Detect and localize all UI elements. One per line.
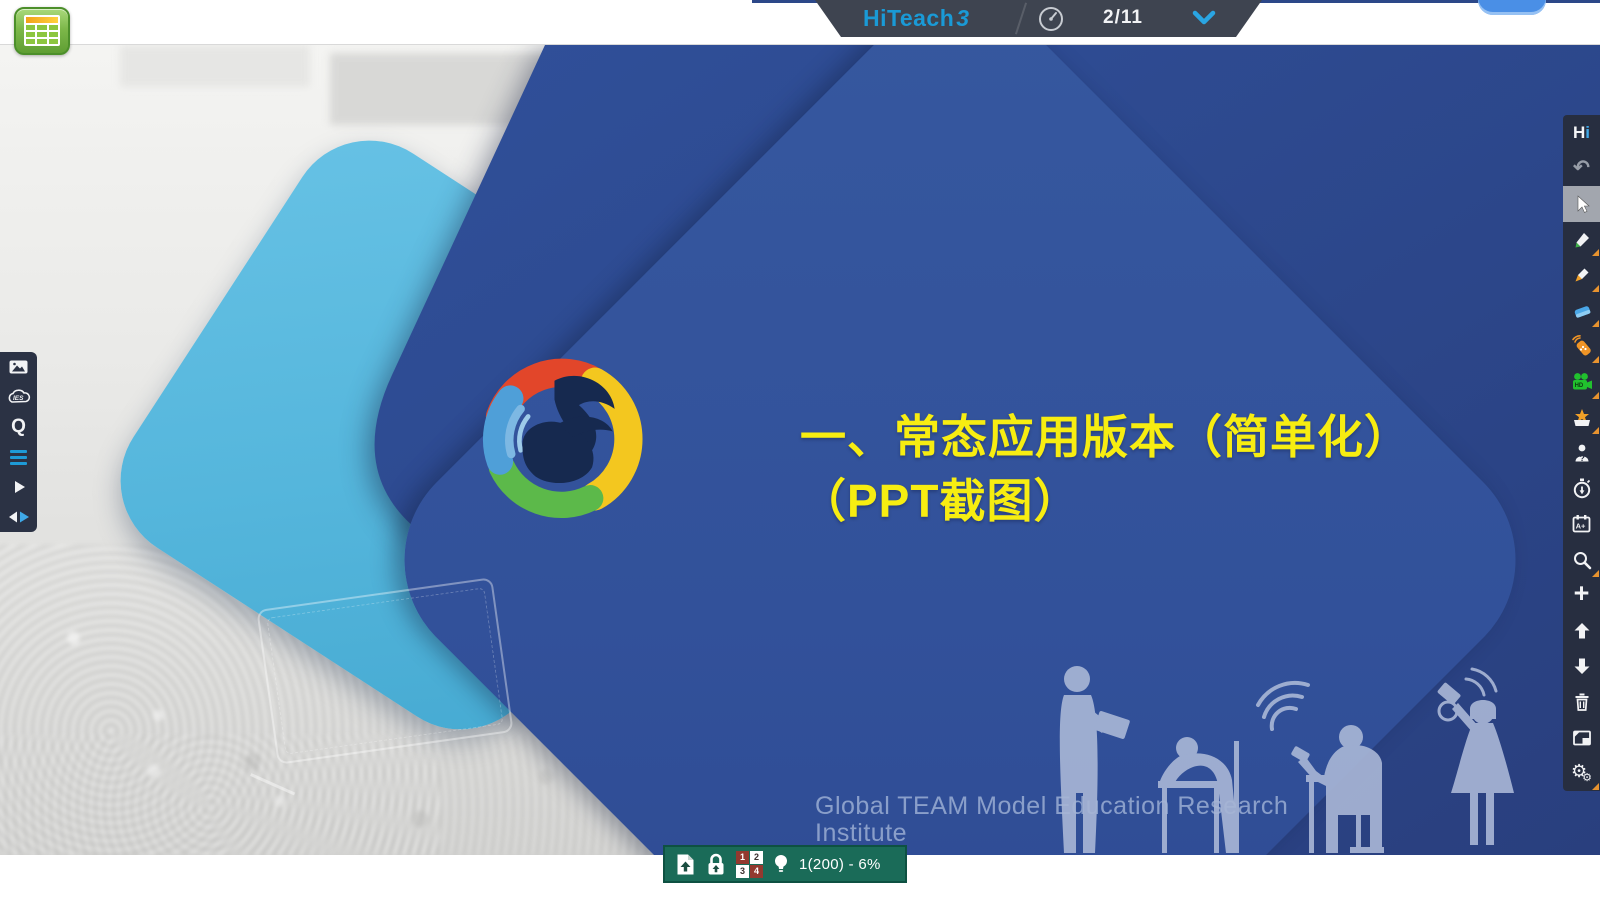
top-dome-button[interactable]: [1478, 0, 1546, 15]
eraser-tool-button[interactable]: [1563, 293, 1600, 329]
scoreboard-button[interactable]: A+: [1563, 506, 1600, 542]
irs-remote-button[interactable]: [1563, 328, 1600, 364]
q-icon: Q: [11, 416, 26, 438]
slide-title-line1: 一、常态应用版本（简单化）: [800, 405, 1411, 469]
q-tool-button[interactable]: Q: [0, 412, 37, 442]
lock-button[interactable]: [705, 853, 727, 876]
highlighter-icon: [1572, 265, 1592, 285]
menu-lines-icon: [10, 450, 27, 465]
right-toolbar: Hi ↶: [1563, 115, 1600, 791]
play-button[interactable]: [0, 472, 37, 502]
group-grid-button[interactable]: 1 2 3 4: [736, 851, 763, 878]
hiteach-menu-button[interactable]: Hi: [1563, 115, 1600, 151]
hd-camera-button[interactable]: HD: [1563, 364, 1600, 400]
hd-camera-icon: HD: [1571, 372, 1593, 392]
cursor-icon: [1572, 194, 1592, 214]
settings-button[interactable]: ⚙⚙: [1563, 755, 1600, 791]
trash-icon: [1572, 692, 1592, 712]
previous-page-button[interactable]: [1563, 613, 1600, 649]
picture-tool-button[interactable]: [0, 352, 37, 382]
brand-text: HiTeach: [863, 5, 954, 31]
irs-status-text: 1(200) - 6%: [799, 856, 881, 873]
topbar-separator: [1015, 2, 1027, 34]
svg-text:A+: A+: [1576, 522, 1586, 531]
undo-icon: ↶: [1573, 158, 1590, 178]
clock-icon[interactable]: [1037, 5, 1065, 33]
hiteach-topbar: HiTeach3 2/11: [815, 0, 1262, 37]
whiteboard-sketch-outline: [256, 577, 513, 765]
team-model-logo: [468, 345, 656, 533]
hiteach-brand: HiTeach3: [863, 5, 970, 32]
irs-remote-icon: [1571, 335, 1593, 357]
group-2[interactable]: 2: [750, 851, 763, 864]
pen-tool-button[interactable]: [1563, 222, 1600, 258]
prev-next-icon: [8, 510, 30, 524]
magnifier-button[interactable]: [1563, 542, 1600, 578]
slide-title-line2: （PPT截图）: [800, 469, 1411, 533]
chevron-down-icon[interactable]: [1191, 9, 1217, 27]
undo-button[interactable]: ↶: [1563, 151, 1600, 187]
delete-page-button[interactable]: [1563, 684, 1600, 720]
svg-text:IES: IES: [13, 395, 24, 402]
gear-icon: ⚙⚙: [1571, 762, 1592, 784]
svg-text:HD: HD: [1574, 383, 1583, 389]
hiteach-menu-icon: Hi: [1573, 123, 1590, 143]
group-4[interactable]: 4: [750, 865, 763, 878]
arrow-up-icon: [1572, 621, 1592, 641]
timer-icon: [1572, 478, 1592, 499]
arrow-down-icon: [1572, 656, 1592, 676]
left-toolbar: IES Q: [0, 352, 37, 532]
classroom-silhouettes: [1020, 653, 1530, 855]
scoreboard-icon: A+: [1571, 514, 1592, 534]
random-person-button[interactable]: ?: [1563, 435, 1600, 471]
brand-version: 3: [956, 5, 969, 31]
svg-text:?: ?: [1579, 453, 1584, 463]
magnifier-icon: [1572, 550, 1592, 570]
timer-button[interactable]: [1563, 471, 1600, 507]
random-person-icon: ?: [1572, 443, 1592, 463]
grid-table-glyph: [24, 15, 60, 46]
play-icon: [10, 478, 28, 496]
add-page-button[interactable]: +: [1563, 578, 1600, 614]
ies-cloud-button[interactable]: IES: [0, 382, 37, 412]
menu-button[interactable]: [0, 442, 37, 472]
bulb-button[interactable]: [772, 853, 790, 876]
plus-icon: +: [1574, 580, 1590, 607]
ies-cloud-icon: IES: [6, 388, 32, 406]
select-tool-button[interactable]: [1563, 186, 1600, 222]
slide-title: 一、常态应用版本（简单化） （PPT截图）: [800, 405, 1411, 533]
seating-grid-button[interactable]: [14, 7, 70, 55]
eraser-icon: [1572, 301, 1592, 321]
export-page-button[interactable]: [675, 853, 696, 876]
highlighter-tool-button[interactable]: [1563, 257, 1600, 293]
pen-icon: [1572, 230, 1592, 250]
group-1[interactable]: 1: [736, 851, 749, 864]
picture-icon: [8, 357, 29, 377]
page-indicator[interactable]: 2/11: [1103, 7, 1143, 29]
bottom-toolbar: 1 2 3 4 1(200) - 6%: [663, 845, 907, 883]
slide-canvas[interactable]: 一、常态应用版本（简单化） （PPT截图） Global TEAM Model …: [0, 45, 1600, 855]
hiteach-app-window: 一、常态应用版本（简单化） （PPT截图） Global TEAM Model …: [0, 0, 1600, 900]
next-page-button[interactable]: [1563, 649, 1600, 685]
resize-screen-icon: [1572, 729, 1592, 747]
prev-next-button[interactable]: [0, 502, 37, 532]
pick-out-button[interactable]: [1563, 400, 1600, 436]
group-3[interactable]: 3: [736, 865, 749, 878]
pick-out-star-icon: [1571, 407, 1593, 427]
resize-screen-button[interactable]: [1563, 720, 1600, 756]
